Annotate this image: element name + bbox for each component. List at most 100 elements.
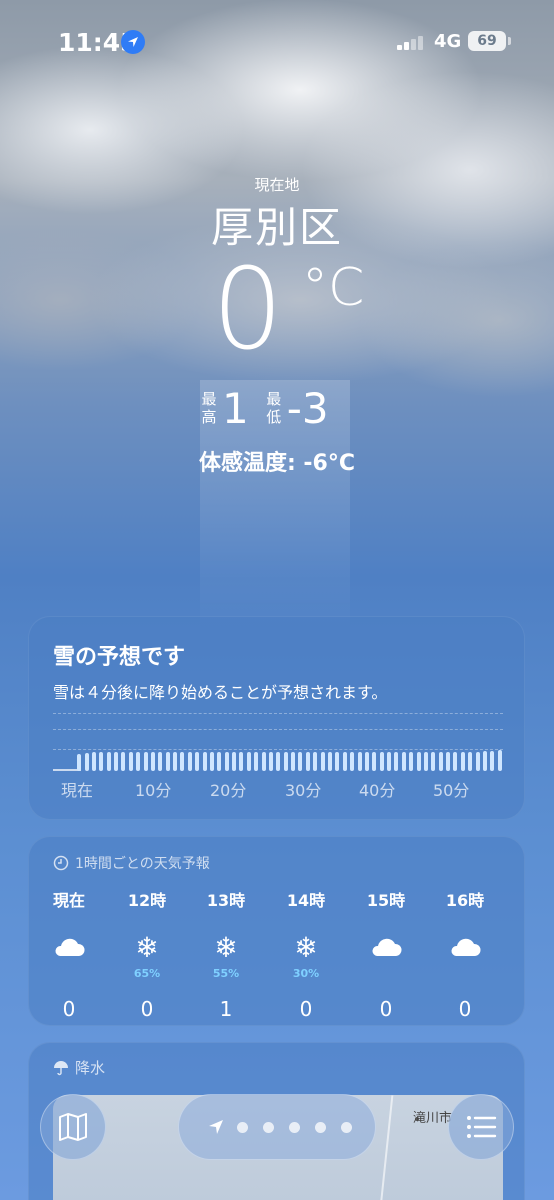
temperature-value: 0 (212, 245, 284, 375)
current-temperature: 0 °C (212, 250, 382, 380)
cloud-icon (435, 927, 495, 967)
city-list-button[interactable] (448, 1094, 514, 1160)
snow-intensity-bars (53, 745, 503, 771)
hourly-header-label: 1時間ごとの天気予報 (75, 856, 210, 872)
page-dot[interactable] (315, 1122, 326, 1133)
cloud-icon (356, 927, 416, 967)
snow-intensity-bar (453, 752, 458, 771)
page-dot[interactable] (289, 1122, 300, 1133)
snow-intensity-bar (320, 752, 325, 771)
page-dot[interactable] (237, 1122, 248, 1133)
umbrella-icon (54, 1060, 68, 1075)
snow-intensity-bar (173, 752, 177, 771)
snow-intensity-bar (342, 752, 347, 771)
tick-label: 現在 (61, 781, 94, 800)
snow-intensity-bar (268, 752, 273, 771)
snow-forecast-card[interactable]: 雪の予想です 雪は４分後に降り始めることが予想されます。 現在 10分 20分 … (28, 616, 525, 820)
tick-label: 20分 (210, 781, 247, 800)
snow-intensity-bar (136, 752, 141, 771)
snow-intensity-bar (77, 754, 82, 771)
snow-intensity-bar (298, 752, 303, 771)
snow-intensity-bar (460, 752, 465, 771)
snow-intensity-bar (224, 752, 229, 771)
snowflake-icon: ❄ (135, 930, 159, 964)
page-dot[interactable] (263, 1122, 274, 1133)
snow-intensity-bar (446, 752, 450, 771)
page-indicator[interactable] (178, 1094, 376, 1160)
tick-label: 10分 (135, 781, 172, 800)
snow-intensity-bar (195, 752, 200, 771)
hour-item: 14時 ❄ 30% 0 (276, 887, 336, 1021)
precip-header-label: 降水 (75, 1059, 106, 1077)
snowflake-icon: ❄ (294, 930, 318, 964)
snow-intensity-bar (261, 752, 266, 771)
list-icon (467, 1116, 497, 1138)
snow-intensity-bar (143, 752, 148, 771)
snow-intensity-bar (305, 752, 310, 771)
snow-intensity-bar (209, 752, 214, 771)
hour-item: 12時 ❄ 65% 0 (117, 887, 177, 1021)
low-value: -3 (286, 383, 329, 433)
hour-label: 現在 (52, 891, 85, 910)
snow-intensity-bar (217, 752, 222, 771)
hourly-forecast-card[interactable]: 1時間ごとの天気予報 現在 0 12時 ❄ 65% 0 13時 ❄ 55% 1 … (28, 836, 525, 1026)
snow-intensity-bar (468, 752, 473, 771)
snow-intensity-bar (276, 752, 281, 771)
precip-chance (39, 967, 99, 981)
tick-label: 50分 (433, 781, 470, 800)
snow-intensity-bar (128, 752, 133, 771)
snow-intensity-bar (99, 752, 104, 771)
hour-label: 13時 (206, 891, 246, 910)
snow-intensity-bar (364, 752, 369, 771)
map-button[interactable] (40, 1094, 106, 1160)
snow-intensity-bar (423, 752, 428, 771)
precip-chance: 30% (292, 967, 320, 980)
hour-value: 0 (458, 997, 472, 1021)
snow-intensity-bar (246, 752, 251, 771)
snow-intensity-bar (187, 752, 192, 771)
cloud-icon (39, 927, 99, 967)
cellular-signal-icon (397, 36, 429, 50)
hour-item: 13時 ❄ 55% 1 (196, 887, 256, 1021)
snow-intensity-bar (357, 752, 362, 771)
snow-intensity-bar (372, 752, 377, 771)
tick-label: 40分 (359, 781, 396, 800)
hour-label: 16時 (445, 891, 485, 910)
battery-icon: 69 (468, 31, 506, 51)
snow-intensity-bar (379, 752, 384, 771)
snow-intensity-bar (490, 751, 495, 771)
snow-intensity-bar (431, 752, 436, 771)
chart-gridline (53, 729, 503, 730)
snow-intensity-bar (394, 752, 399, 771)
network-type: 4G (434, 31, 462, 52)
battery-tip (508, 37, 511, 45)
snow-intensity-bar (350, 752, 355, 771)
precip-chance: 65% (133, 967, 161, 980)
snow-intensity-bar (202, 752, 207, 771)
map-city-label: 滝川市 (413, 1111, 453, 1126)
snow-intensity-bar (475, 752, 480, 771)
hour-label: 15時 (366, 891, 406, 910)
snow-intensity-bar (121, 752, 126, 771)
snow-intensity-bar (283, 752, 288, 771)
clock-icon (53, 855, 69, 871)
high-value: 1 (222, 383, 249, 433)
snow-intensity-bar (106, 752, 111, 771)
page-dot[interactable] (341, 1122, 352, 1133)
precip-header: 降水 (53, 1057, 105, 1078)
hour-item: 15時 0 (356, 887, 416, 1021)
temperature-unit: °C (302, 258, 365, 318)
hour-label: 12時 (127, 891, 167, 910)
snow-intensity-bar (313, 752, 318, 771)
status-bar: 11:45 4G 69 (0, 0, 554, 84)
snow-forecast-description: 雪は４分後に降り始めることが予想されます。 (53, 683, 388, 702)
snow-intensity-bar (401, 752, 406, 771)
location-arrow-icon (121, 30, 145, 54)
snowflake-icon: ❄ (214, 930, 238, 964)
snow-intensity-bar (239, 752, 244, 771)
location-arrow-icon (209, 1120, 223, 1134)
feels-like: 体感温度: -6°C (198, 451, 356, 476)
hour-label: 14時 (286, 891, 326, 910)
map-road (374, 1095, 394, 1200)
precip-chance (435, 967, 495, 981)
